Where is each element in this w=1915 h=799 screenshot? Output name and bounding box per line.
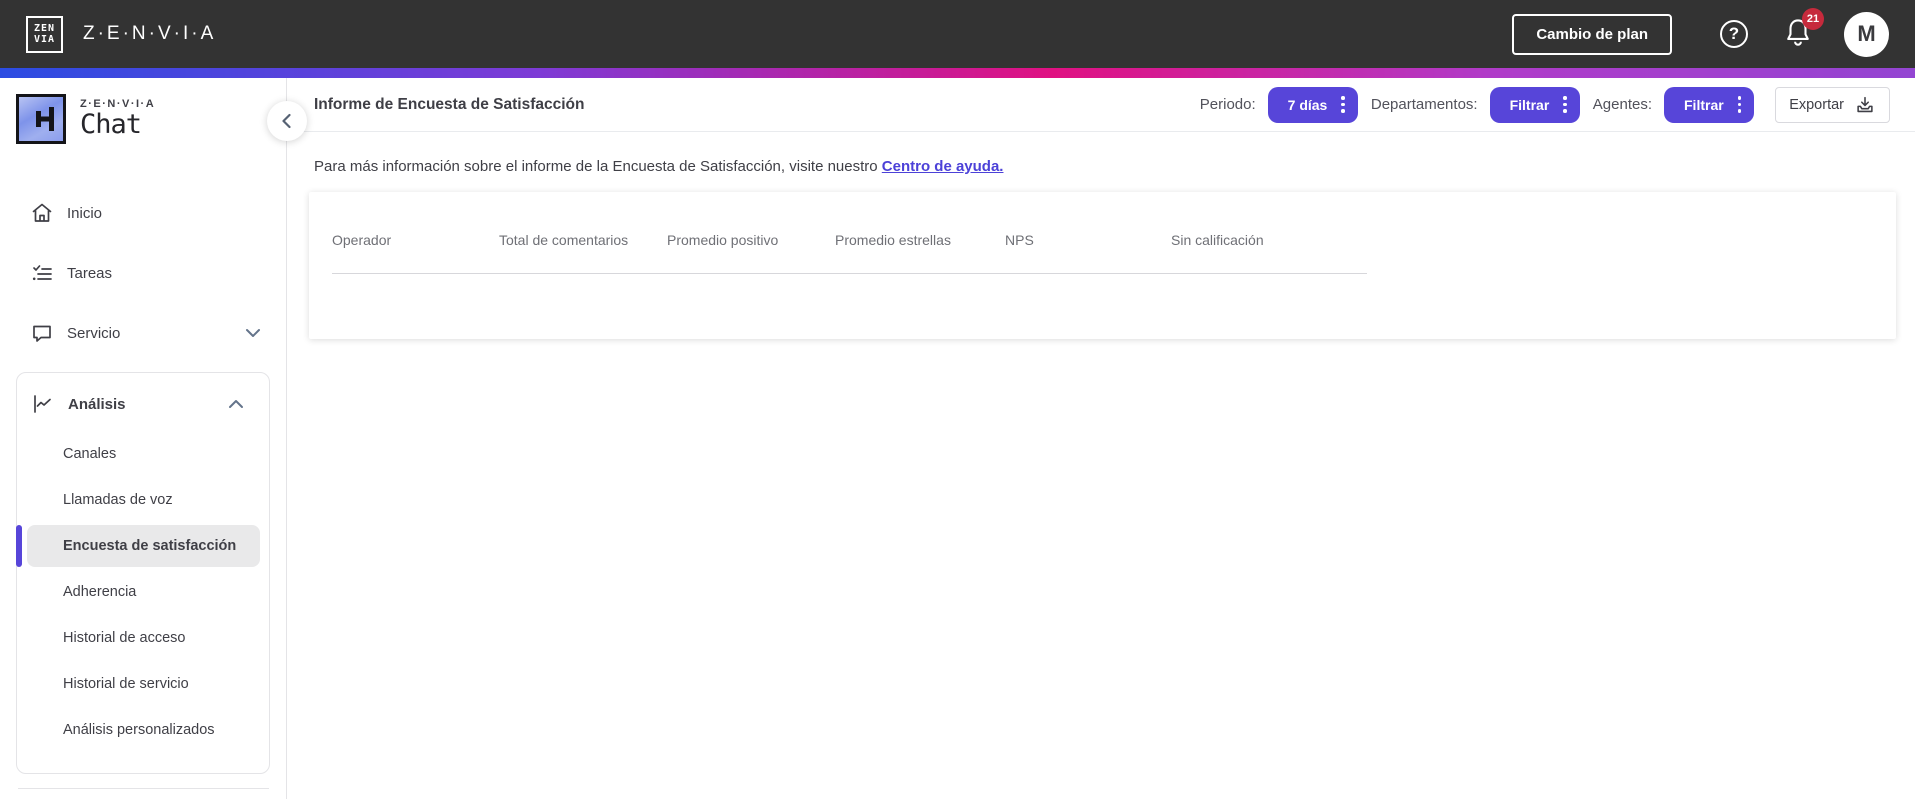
column-header-promedio-estrellas: Promedio estrellas — [835, 232, 951, 248]
sidebar-subitem-historial-de-acceso[interactable]: Historial de acceso — [17, 617, 269, 659]
sidebar-collapse-button[interactable] — [267, 101, 307, 141]
chevron-left-icon — [282, 113, 291, 129]
brand-wordmark: Z·E·N·V·I·A — [83, 23, 217, 44]
zenvia-logo-icon: ZEN VIA — [26, 15, 63, 53]
analytics-icon — [31, 392, 55, 416]
agents-label: Agentes: — [1592, 96, 1652, 113]
help-icon[interactable]: ? — [1720, 20, 1748, 48]
period-filter-button[interactable]: 7 días — [1267, 86, 1358, 123]
report-header: Informe de Encuesta de Satisfacción Peri… — [287, 78, 1915, 132]
sidebar-item-analisis[interactable]: Análisis — [17, 379, 269, 429]
kebab-menu-icon — [1737, 96, 1742, 113]
notifications-button[interactable]: 21 — [1784, 7, 1824, 52]
kebab-menu-icon — [1563, 96, 1567, 113]
sidebar-subitem-llamadas-de-voz[interactable]: Llamadas de voz — [17, 479, 269, 521]
chevron-up-icon — [225, 393, 247, 415]
export-button[interactable]: Exportar — [1775, 86, 1890, 123]
sidebar-subitem-encuesta-de-satisfaccion[interactable]: Encuesta de satisfacción — [16, 525, 269, 567]
home-icon — [30, 201, 54, 225]
column-header-promedio-positivo: Promedio positivo — [667, 232, 779, 248]
sidebar-subitem-analisis-personalizados[interactable]: Análisis personalizados — [17, 709, 269, 751]
results-table-card: Operador Total de comentarios Promedio p… — [309, 192, 1896, 339]
period-label: Periodo: — [1199, 96, 1256, 113]
column-header-sin-calificacion: Sin calificación — [1171, 232, 1264, 248]
sidebar-subitem-adherencia[interactable]: Adherencia — [17, 571, 269, 613]
page-title: Informe de Encuesta de Satisfacción — [314, 95, 585, 113]
sidebar-subitem-canales[interactable]: Canales — [17, 433, 269, 475]
help-center-link[interactable]: Centro de ayuda. — [882, 158, 1004, 175]
download-icon — [1857, 96, 1873, 112]
chat-bubble-icon — [30, 321, 54, 345]
tasks-icon — [30, 261, 54, 285]
sidebar-item-inicio[interactable]: Inicio — [0, 188, 286, 238]
topbar: ZEN VIA Z·E·N·V·I·A Cambio de plan ? 21 … — [0, 0, 1915, 68]
notification-count-badge: 21 — [1802, 7, 1824, 30]
sidebar-nav: Inicio Tareas Servicio Análisis Canales … — [0, 188, 286, 789]
sidebar-item-servicio[interactable]: Servicio — [0, 308, 286, 358]
zenvia-chat-logo — [16, 94, 66, 144]
info-text: Para más información sobre el informe de… — [314, 158, 1004, 175]
agents-filter-button[interactable]: Filtrar — [1664, 86, 1755, 123]
sidebar-divider — [18, 788, 269, 789]
sidebar-item-tareas[interactable]: Tareas — [0, 248, 286, 298]
sidebar-subitem-historial-de-servicio[interactable]: Historial de servicio — [17, 663, 269, 705]
sidebar-item-label: Servicio — [67, 324, 121, 342]
avatar[interactable]: M — [1844, 11, 1889, 57]
sidebar-brand: Z·E·N·V·I·A Chat — [0, 78, 286, 144]
column-header-total-comentarios: Total de comentarios — [499, 232, 629, 248]
sidebar-product-name: Chat — [80, 109, 142, 140]
sidebar-analysis-group: Análisis Canales Llamadas de voz Encuest… — [16, 372, 270, 774]
departments-filter-button[interactable]: Filtrar — [1489, 86, 1580, 123]
departments-label: Departamentos: — [1370, 96, 1478, 113]
change-plan-button[interactable]: Cambio de plan — [1512, 13, 1672, 55]
column-header-nps: NPS — [1005, 232, 1034, 248]
table-header-row: Operador Total de comentarios Promedio p… — [332, 232, 1367, 274]
brand-gradient-bar — [0, 68, 1915, 78]
kebab-menu-icon — [1341, 96, 1345, 113]
main-content: Informe de Encuesta de Satisfacción Peri… — [287, 78, 1915, 799]
sidebar-item-label: Tareas — [67, 264, 113, 282]
chevron-down-icon — [242, 322, 264, 344]
sidebar: Z·E·N·V·I·A Chat Inicio Tareas Servicio … — [0, 78, 287, 799]
sidebar-item-label: Análisis — [68, 395, 126, 413]
logo-line2: VIA — [33, 33, 56, 45]
logo-line1: ZEN — [33, 22, 56, 34]
sidebar-item-label: Inicio — [67, 204, 103, 222]
column-header-operador: Operador — [332, 232, 392, 248]
